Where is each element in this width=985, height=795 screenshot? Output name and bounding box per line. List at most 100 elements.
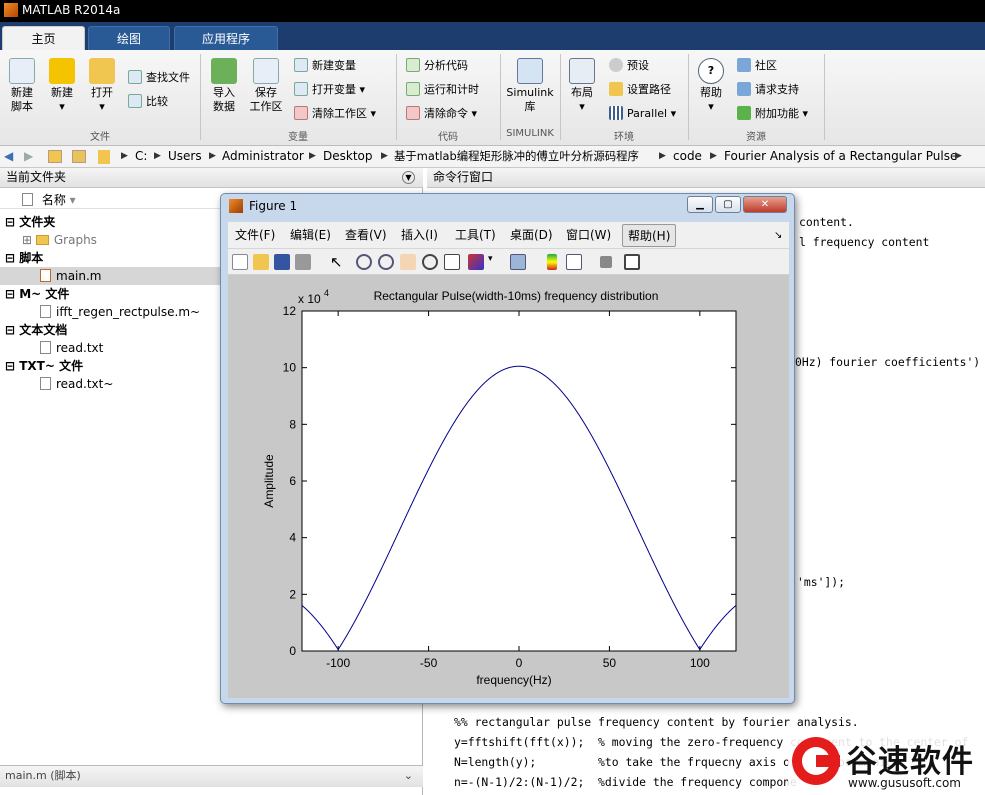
pointer-icon[interactable]: ↖ — [330, 254, 346, 270]
set-path-button[interactable]: 设置路径 — [609, 82, 671, 98]
dock-icon[interactable]: ↘ — [774, 222, 782, 249]
clear-commands-button[interactable]: 清除命令 ▾ — [406, 106, 477, 122]
chevron-down-icon[interactable]: ⌄ — [404, 766, 413, 786]
menu-view[interactable]: 查看(V) — [345, 222, 387, 249]
colorbar-icon[interactable] — [547, 254, 557, 270]
request-support-button[interactable]: 请求支持 — [737, 82, 799, 98]
new-variable-button[interactable]: 新建变量 — [294, 58, 356, 74]
path-arrow: ▶ — [381, 151, 388, 161]
new-button[interactable]: 新建 ▾ — [44, 58, 80, 114]
minimize-button[interactable]: ▁ — [687, 196, 713, 213]
y-tick-label: 4 — [289, 531, 296, 545]
preferences-button[interactable]: 预设 — [609, 58, 649, 74]
path-arrow: ▶ — [154, 151, 161, 161]
clear-workspace-button[interactable]: 清除工作区 ▾ — [294, 106, 376, 122]
x-tick-label: -50 — [420, 656, 438, 670]
addons-button[interactable]: 附加功能 ▾ — [737, 106, 808, 122]
group-label-code: 代码 — [438, 132, 458, 143]
new-script-button[interactable]: 新建 脚本 — [4, 58, 40, 114]
y-tick-label: 6 — [289, 474, 296, 488]
legend-icon[interactable] — [566, 254, 582, 270]
compare-icon — [128, 94, 142, 108]
zoom-in-icon[interactable] — [356, 254, 372, 270]
parallel-button[interactable]: Parallel ▾ — [609, 106, 676, 122]
folder-path-icon — [609, 82, 623, 96]
forward-icon[interactable]: ▶ — [24, 146, 33, 167]
path-segment[interactable]: Users — [168, 146, 202, 167]
rotate-icon[interactable] — [422, 254, 438, 270]
show-plot-tools-icon[interactable] — [624, 254, 640, 270]
print-icon[interactable] — [295, 254, 311, 270]
close-button[interactable]: ✕ — [743, 196, 787, 213]
layout-icon — [569, 58, 595, 84]
menu-insert[interactable]: 插入(I) — [401, 222, 438, 249]
details-bar[interactable]: main.m (脚本) ⌄ — [0, 765, 423, 787]
command-output-line: l frequency content — [799, 235, 930, 249]
layout-button[interactable]: 布局 ▾ — [564, 58, 600, 114]
open-variable-button[interactable]: 打开变量 ▾ — [294, 82, 365, 98]
path-arrow: ▶ — [121, 151, 128, 161]
tab-apps[interactable]: 应用程序 — [174, 26, 278, 50]
help-button[interactable]: ? 帮助 ▾ — [694, 58, 728, 114]
browse-folder-icon[interactable] — [72, 150, 86, 163]
divider — [824, 54, 825, 140]
back-icon[interactable]: ◀ — [4, 146, 13, 167]
file-icon — [40, 305, 51, 318]
save-workspace-button[interactable]: 保存 工作区 — [246, 58, 286, 114]
figure-title-bar[interactable]: Figure 1 ▁ ▢ ✕ — [221, 194, 794, 218]
path-segment[interactable]: 基于matlab编程矩形脉冲的傅立叶分析源码程序 — [394, 146, 639, 167]
address-bar: ◀ ▶ ▶ C: ▶ Users ▶ Administrator ▶ Deskt… — [0, 146, 985, 168]
maximize-button[interactable]: ▢ — [715, 196, 741, 213]
menu-help[interactable]: 帮助(H) — [622, 224, 677, 247]
open-button[interactable]: 打开 ▾ — [84, 58, 120, 114]
group-label-variable: 变量 — [288, 132, 308, 143]
path-segment[interactable]: code — [673, 146, 702, 167]
app-title: MATLAB R2014a — [22, 3, 121, 17]
new-figure-icon[interactable] — [232, 254, 248, 270]
path-segment[interactable]: Desktop — [323, 146, 373, 167]
path-segment[interactable]: C: — [135, 146, 147, 167]
link-plot-icon[interactable] — [510, 254, 526, 270]
brush-icon[interactable] — [468, 254, 484, 270]
figure-canvas[interactable]: -100 -50 0 50 100 0 2 4 6 8 10 12 x 10 4 Rectangula… — [228, 275, 789, 698]
command-output-line: %% rectangular pulse frequency content b… — [454, 715, 859, 729]
pane-menu-icon[interactable]: ▼ — [402, 171, 415, 184]
import-data-button[interactable]: 导入 数据 — [206, 58, 242, 114]
new-script-icon — [9, 58, 35, 84]
analyze-code-button[interactable]: 分析代码 — [406, 58, 468, 74]
menu-tools[interactable]: 工具(T) — [455, 222, 496, 249]
run-and-time-icon — [406, 82, 420, 96]
path-segment[interactable]: Administrator — [222, 146, 304, 167]
path-segment[interactable]: Fourier Analysis of a Rectangular Pulse — [724, 146, 957, 167]
watermark-logo-icon — [792, 737, 840, 785]
compare-button[interactable]: 比较 — [128, 94, 168, 110]
zoom-out-icon[interactable] — [378, 254, 394, 270]
help-icon: ? — [698, 58, 724, 84]
simulink-library-button[interactable]: Simulink 库 — [504, 58, 556, 114]
chevron-down-icon[interactable]: ▾ — [488, 254, 496, 270]
find-files-button[interactable]: 查找文件 — [128, 70, 190, 86]
y-tick-label: 10 — [283, 361, 297, 375]
menu-edit[interactable]: 编辑(E) — [290, 222, 331, 249]
hide-plot-tools-icon[interactable] — [600, 256, 612, 268]
matlab-file-icon — [40, 269, 51, 282]
community-button[interactable]: 社区 — [737, 58, 777, 74]
menu-desktop[interactable]: 桌面(D) — [510, 222, 553, 249]
tab-plots[interactable]: 绘图 — [88, 26, 170, 50]
analyze-code-icon — [406, 58, 420, 72]
command-output-line: 'ms']); — [797, 575, 846, 589]
open-file-icon[interactable] — [253, 254, 269, 270]
x-tick-label: 50 — [603, 656, 617, 670]
ribbon: 新建 脚本 新建 ▾ 打开 ▾ 查找文件 比较 文件 导入 数据 保存 工作区 新建变量 … — [0, 50, 985, 146]
save-icon[interactable] — [274, 254, 290, 270]
menu-window[interactable]: 窗口(W) — [566, 222, 611, 249]
data-cursor-icon[interactable] — [444, 254, 460, 270]
frequency-plot[interactable]: -100 -50 0 50 100 0 2 4 6 8 10 12 x 10 4 Rectangula… — [228, 275, 789, 698]
up-folder-icon[interactable] — [48, 150, 62, 163]
menu-file[interactable]: 文件(F) — [235, 222, 275, 249]
pan-icon[interactable] — [400, 254, 416, 270]
figure-window[interactable]: Figure 1 ▁ ▢ ✕ 文件(F) 编辑(E) 查看(V) 插入(I) 工… — [220, 193, 795, 704]
run-and-time-button[interactable]: 运行和计时 — [406, 82, 479, 98]
title-bar: MATLAB R2014a — [0, 0, 985, 22]
tab-home[interactable]: 主页 — [2, 26, 85, 50]
